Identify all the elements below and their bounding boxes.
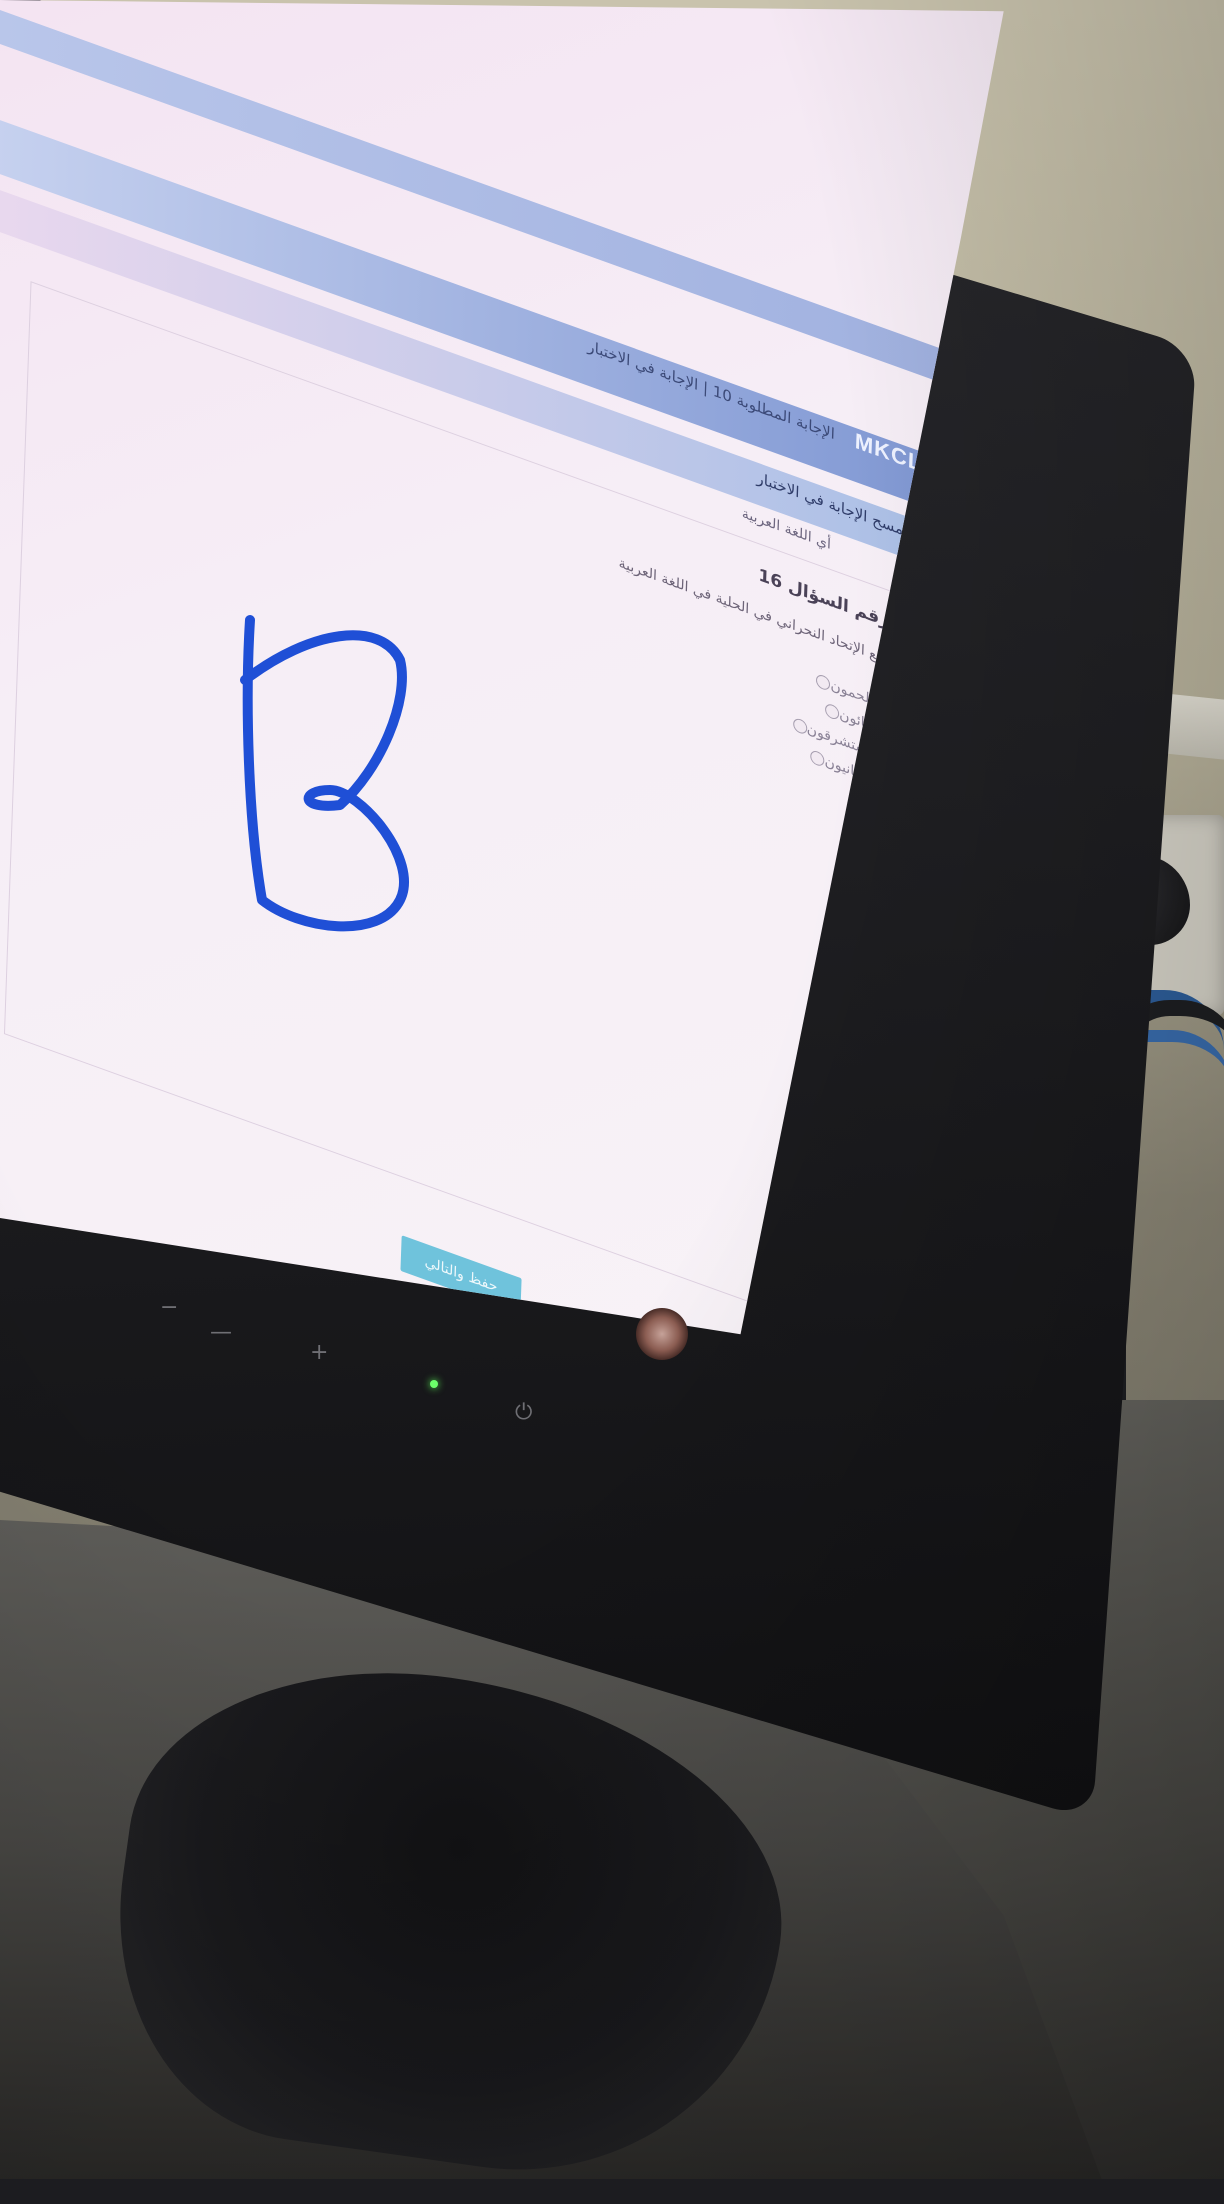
plus-button[interactable]: +	[310, 1340, 328, 1365]
menu-button[interactable]: —	[210, 1320, 232, 1345]
power-led	[430, 1380, 438, 1388]
power-icon[interactable]: ⏻	[515, 1400, 532, 1425]
minus-button[interactable]: −	[160, 1295, 178, 1320]
monitor-sticker	[636, 1308, 688, 1360]
